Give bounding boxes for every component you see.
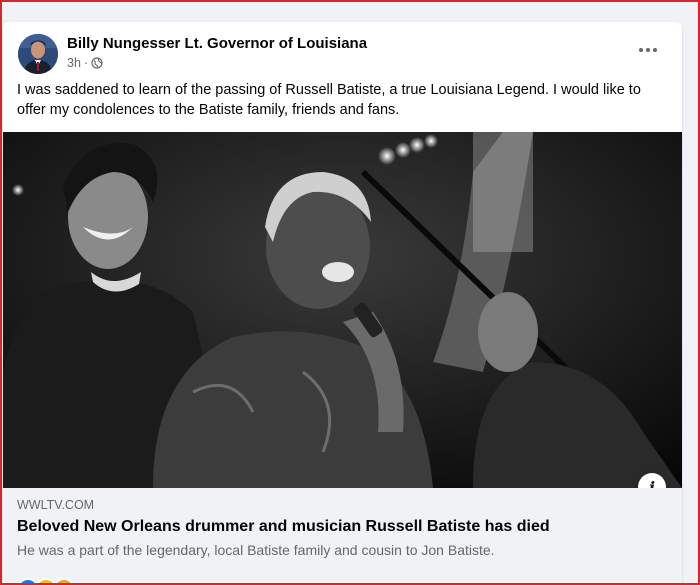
post-text: I was saddened to learn of the passing o… (17, 80, 667, 120)
author-name[interactable]: Billy Nungesser Lt. Governor of Louisian… (67, 35, 367, 52)
link-headline[interactable]: Beloved New Orleans drummer and musician… (17, 518, 550, 536)
care-reaction-icon (53, 578, 75, 585)
reaction-icons[interactable] (17, 578, 71, 585)
link-preview-image[interactable] (3, 132, 682, 488)
post-card: Billy Nungesser Lt. Governor of Louisian… (3, 22, 682, 585)
post-meta: 3h · (67, 56, 103, 70)
link-domain: WWLTV.COM (17, 498, 94, 512)
globe-icon (91, 57, 103, 69)
more-options-icon[interactable] (633, 40, 663, 60)
author-avatar[interactable] (18, 34, 58, 74)
link-description: He was a part of the legendary, local Ba… (17, 542, 495, 558)
post-time[interactable]: 3h (67, 56, 81, 70)
link-preview[interactable]: WWLTV.COM Beloved New Orleans drummer an… (3, 488, 682, 585)
